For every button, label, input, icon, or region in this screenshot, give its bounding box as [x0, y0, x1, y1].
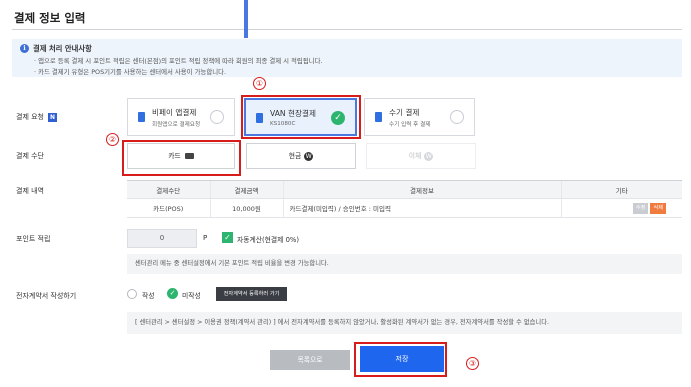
page-title: 결제 정보 입력 [14, 11, 86, 25]
title-divider [12, 29, 682, 30]
column-header: 결제수단 [127, 180, 210, 199]
point-label: 포인트 적립 [16, 235, 51, 243]
notice-line: · 카드 결제기 유형은 POS기기를 사용하는 센터에서 사용이 가능합니다. [34, 68, 226, 76]
payment-method-label: 결제 수단 [16, 152, 44, 160]
radio-write[interactable] [127, 289, 137, 299]
highlight-box-3 [354, 342, 447, 377]
highlight-box-2 [122, 140, 241, 176]
method-transfer-button: 이체 W [366, 143, 476, 169]
payment-detail-table: 결제수단 결제금액 결제정보 기타 카드(POS) 10,000원 카드결제(미… [127, 180, 682, 218]
option-label: 작성 [142, 292, 155, 300]
radio-unchecked[interactable] [210, 110, 224, 124]
method-label: 이체 [408, 152, 422, 160]
won-coin-icon: W [424, 151, 434, 161]
pay-option-title: 수기 결제 [389, 108, 420, 117]
payment-detail-label: 결제 내역 [16, 187, 44, 195]
point-help-text: 센터관리 메뉴 중 센터설정에서 기본 포인트 적립 비율을 변경 가능합니다. [127, 254, 682, 274]
back-to-list-button[interactable]: 목록으로 [270, 350, 350, 370]
pay-option-title: 비페이 앱결제 [152, 108, 197, 117]
info-icon: i [20, 44, 29, 53]
auto-calc-label: 자동계산(현결제 0%) [237, 236, 300, 244]
cell-actions: 수정 삭제 [560, 198, 682, 218]
pay-option-app[interactable]: 비페이 앱결제 회원앱으로 결제요청 [127, 98, 235, 136]
radio-not-write-checked[interactable]: ✓ [167, 288, 178, 299]
annotation-number-3: ③ [466, 357, 479, 370]
register-contract-button[interactable]: 전자계약서 등록하러 가기 [216, 287, 287, 301]
notice-title: 결제 처리 안내사항 [33, 44, 92, 53]
highlight-box-1 [241, 95, 361, 139]
pay-option-van[interactable] [244, 0, 248, 38]
phone-icon [138, 112, 145, 122]
document-icon [375, 112, 382, 122]
column-header: 결제금액 [209, 180, 283, 199]
annotation-number-1: ① [253, 77, 266, 90]
pay-option-sub: 수기 입력 후 결제 [389, 122, 431, 128]
new-badge: N [48, 112, 57, 122]
won-coin-icon: W [304, 151, 314, 161]
column-header: 기타 [560, 180, 682, 199]
pay-option-sub: 회원앱으로 결제요청 [152, 122, 201, 128]
cell-info: 카드결제(미입력) / 승인번호 : 미입력 [282, 198, 561, 218]
contract-label: 전자계약서 작성하기 [16, 292, 77, 300]
option-label: 미작성 [182, 292, 201, 300]
contract-help-text: [ 센터관리 > 센터설정 > 이용권 정책(계약서 관리) ] 에서 전자계약… [127, 312, 682, 334]
method-cash-button[interactable]: 현금 W [246, 143, 356, 169]
payment-request-label: 결제 요청 N [16, 112, 57, 122]
method-label: 현금 [288, 152, 302, 160]
annotation-number-2: ② [106, 133, 119, 146]
pay-option-manual[interactable]: 수기 결제 수기 입력 후 결제 [364, 98, 475, 136]
point-unit: P [203, 234, 208, 242]
cell-method: 카드(POS) [127, 198, 210, 218]
delete-button[interactable]: 삭제 [650, 202, 666, 214]
radio-unchecked[interactable] [450, 110, 464, 124]
notice-line: · 앱으로 등록 결제 시 포인트 적립은 센터(본점)의 포인트 적립 정책에… [34, 57, 323, 65]
table-header-row: 결제수단 결제금액 결제정보 기타 [127, 180, 682, 199]
edit-button[interactable]: 수정 [632, 202, 649, 214]
auto-calc-checkbox[interactable]: ✓ [222, 232, 233, 243]
point-input[interactable]: 0 [127, 229, 197, 248]
cell-amount: 10,000원 [209, 198, 283, 218]
column-header: 결제정보 [282, 180, 561, 199]
table-row: 카드(POS) 10,000원 카드결제(미입력) / 승인번호 : 미입력 수… [127, 198, 682, 218]
